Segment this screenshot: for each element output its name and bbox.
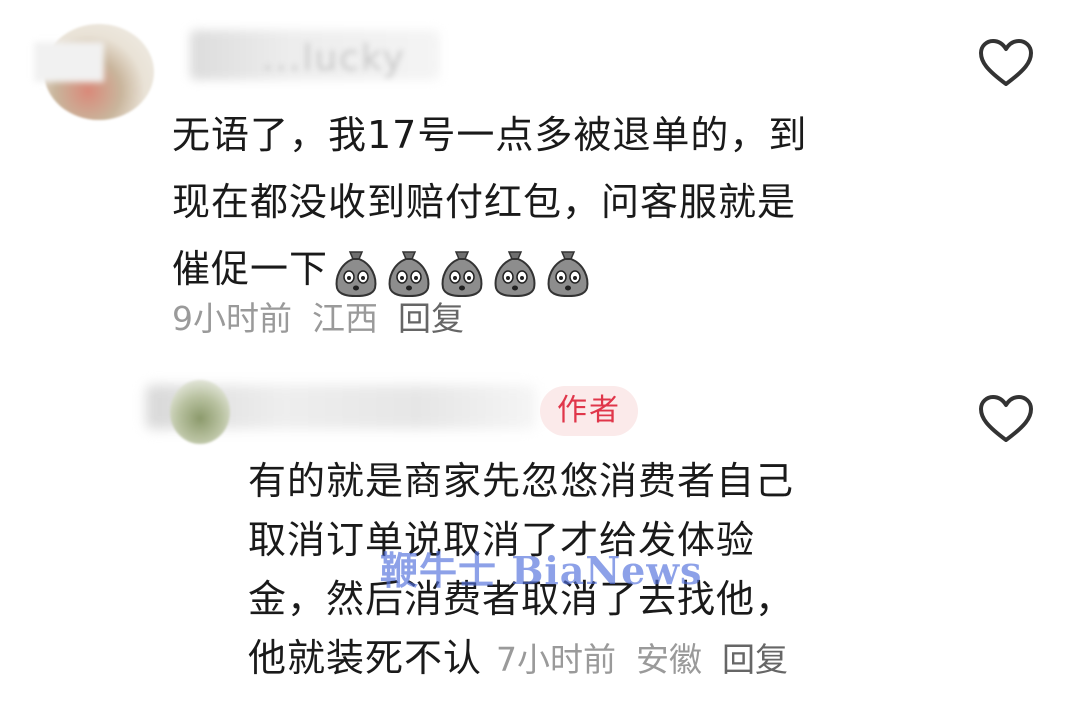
- shocked-bag-emoji: [494, 250, 536, 297]
- reply-button[interactable]: 回复: [722, 640, 788, 679]
- comment-line-text: 他就装死不认: [248, 636, 483, 680]
- comment-time: 7小时前: [496, 640, 617, 679]
- comment-line: 现在都没收到赔付红包，问客服就是: [172, 180, 797, 224]
- like-heart-icon[interactable]: [977, 37, 1035, 89]
- comment-time: 9小时前: [172, 299, 292, 338]
- emoji-row: [330, 246, 595, 298]
- shocked-bag-emoji: [388, 250, 430, 297]
- reply-button[interactable]: 回复: [398, 299, 464, 338]
- like-heart-icon[interactable]: [977, 393, 1035, 445]
- username[interactable]: ...lucky: [262, 38, 406, 79]
- avatar[interactable]: [170, 380, 230, 444]
- comment-text: 无语了，我17号一点多被退单的，到 现在都没收到赔付红包，问客服就是 催促一下: [172, 102, 932, 303]
- comment-line: 有的就是商家先忽悠消费者自己: [248, 459, 795, 503]
- comment-line: 他就装死不认 7小时前 安徽 回复: [248, 629, 928, 689]
- comment-line: 无语了，我17号一点多被退单的，到: [172, 113, 808, 157]
- shocked-bag-emoji: [335, 250, 377, 297]
- comment-location: 安徽: [636, 640, 703, 679]
- shocked-bag-emoji: [441, 250, 483, 297]
- comment-meta: 9小时前 江西 回复: [172, 292, 484, 340]
- shocked-bag-emoji: [547, 250, 589, 297]
- watermark: 鞭牛士 BiaNews: [380, 548, 703, 593]
- avatar[interactable]: [44, 24, 154, 120]
- comment-meta: 7小时前 安徽 回复: [496, 640, 808, 679]
- comment-location: 江西: [312, 299, 378, 338]
- comment-line-text: 催促一下: [172, 247, 329, 291]
- author-badge: 作者: [540, 386, 638, 436]
